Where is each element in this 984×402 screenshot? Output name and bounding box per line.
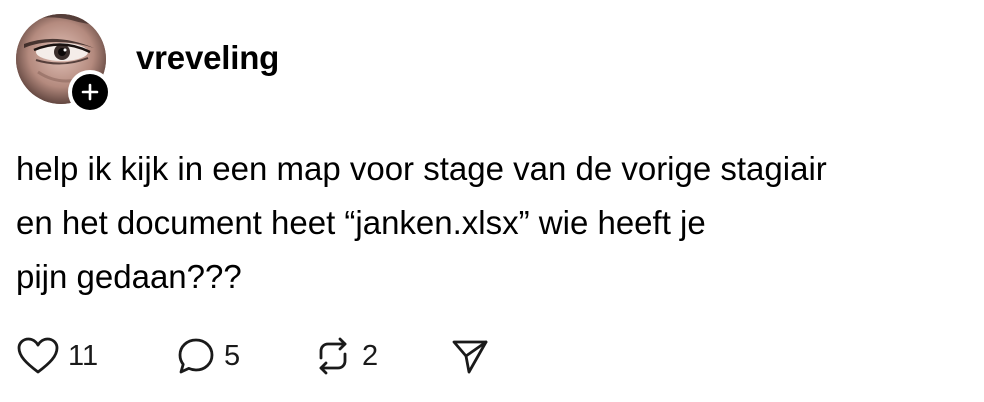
- avatar-container[interactable]: [16, 14, 112, 114]
- heart-icon: [17, 337, 59, 374]
- reply-button[interactable]: 5: [176, 334, 312, 378]
- follow-button[interactable]: [68, 70, 112, 114]
- post-card: vreveling help ik kijk in een map voor s…: [0, 0, 984, 402]
- send-icon: [452, 340, 488, 374]
- comment-icon: [178, 338, 214, 374]
- reply-count: 5: [224, 339, 241, 372]
- username[interactable]: vreveling: [136, 38, 279, 78]
- repost-icon: [319, 337, 347, 375]
- repost-button[interactable]: 2: [312, 334, 450, 378]
- plus-icon: [81, 83, 99, 101]
- follow-badge: [72, 74, 108, 110]
- action-bar: 11 5 2: [16, 334, 494, 378]
- repost-count: 2: [362, 339, 379, 372]
- share-button[interactable]: [450, 334, 494, 378]
- like-button[interactable]: 11: [16, 334, 176, 378]
- post-text: help ik kijk in een map voor stage van d…: [16, 150, 827, 295]
- like-count: 11: [68, 339, 99, 372]
